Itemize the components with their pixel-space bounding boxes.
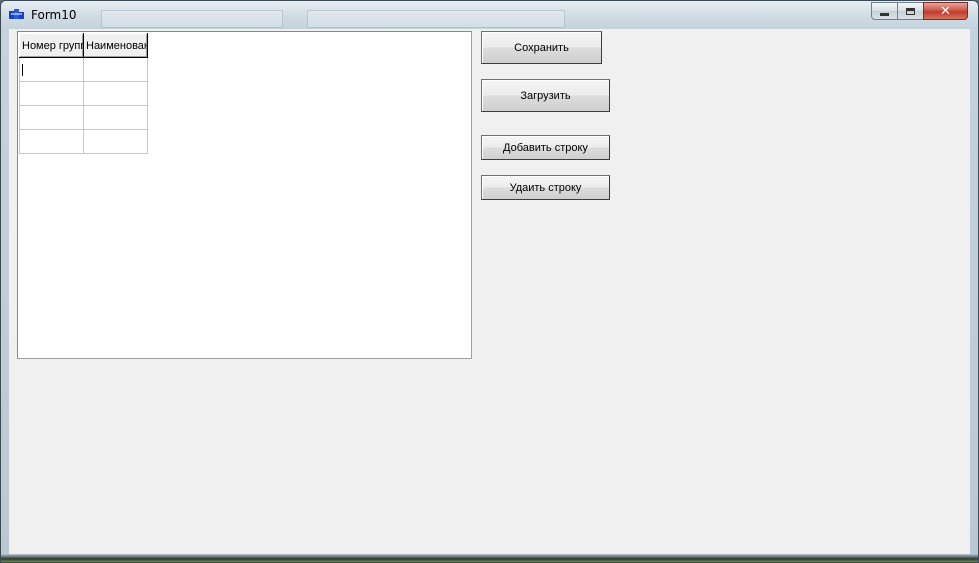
grid-header-row: Номер групп Наименован [19, 33, 148, 58]
grid-cell[interactable] [83, 105, 148, 130]
delete-row-button[interactable]: Удаить строку [481, 175, 610, 200]
add-row-button[interactable]: Добавить строку [481, 135, 610, 160]
window-title: Form10 [31, 8, 77, 22]
close-icon: ✕ [940, 3, 951, 19]
form-client-area: Номер групп Наименован Сохранить Загрузи… [9, 29, 970, 556]
grid-table: Номер групп Наименован [19, 33, 148, 154]
app-icon [9, 9, 24, 19]
column-header-group-number[interactable]: Номер групп [19, 33, 84, 58]
table-row [19, 105, 148, 130]
title-bar[interactable]: Form10 ✕ [1, 1, 978, 29]
table-row [19, 81, 148, 106]
minimize-button[interactable] [871, 2, 898, 20]
background-ghost-element [101, 10, 283, 28]
string-grid[interactable]: Номер групп Наименован [17, 31, 472, 359]
grid-cell[interactable] [83, 57, 148, 82]
grid-cell[interactable] [83, 81, 148, 106]
grid-cell[interactable] [19, 81, 84, 106]
save-button[interactable]: Сохранить [481, 31, 602, 64]
grid-cell[interactable] [19, 129, 84, 154]
window-bottom-border [1, 554, 978, 562]
text-caret [22, 63, 23, 76]
minimize-icon [880, 12, 889, 16]
table-row [19, 57, 148, 82]
close-button[interactable]: ✕ [923, 2, 968, 20]
column-header-name[interactable]: Наименован [83, 33, 148, 58]
grid-cell[interactable] [19, 105, 84, 130]
maximize-icon [906, 7, 915, 15]
load-button[interactable]: Загрузить [481, 79, 610, 112]
table-row [19, 129, 148, 154]
grid-cell[interactable] [83, 129, 148, 154]
grid-cell[interactable] [19, 57, 84, 82]
application-window: Form10 ✕ Номер групп Наименован Сохранит… [0, 0, 979, 563]
maximize-button[interactable] [897, 2, 924, 20]
background-ghost-element [307, 10, 565, 28]
